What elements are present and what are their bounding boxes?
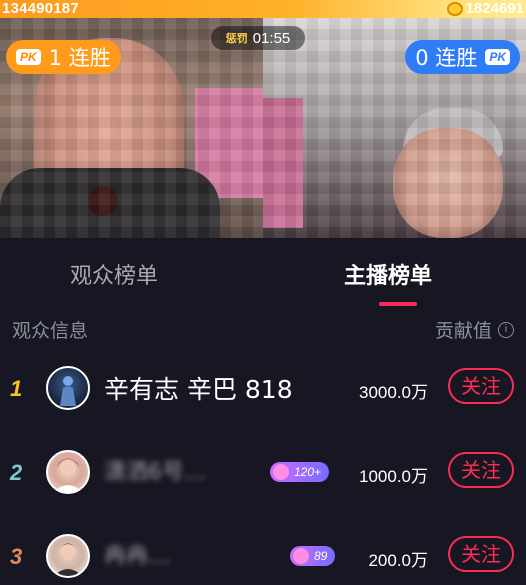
- rank-number: 2: [10, 460, 23, 485]
- active-tab-indicator: [379, 302, 417, 306]
- right-score: 1824691: [465, 0, 524, 17]
- contribution-label-group[interactable]: 贡献值 i: [435, 316, 514, 343]
- fan-level-badge: 120+: [270, 462, 330, 482]
- pk-score-bar: 134490187 1824691: [0, 0, 526, 18]
- left-streak-label: 1 连胜: [48, 46, 111, 70]
- right-streak-label: 0 连胜: [415, 46, 478, 70]
- pk-icon: PK: [485, 49, 510, 65]
- contribution-value: 3000.0万: [359, 383, 428, 402]
- user-name: 潇洒6号…: [104, 460, 206, 485]
- left-score: 134490187: [2, 0, 79, 17]
- avatar[interactable]: [46, 366, 90, 410]
- contribution-value: 1000.0万: [359, 467, 428, 486]
- follow-button[interactable]: 关注: [448, 452, 514, 488]
- ranking-list: 1 辛有志 辛巴 818 3000.0万 关注 2 潇洒6号… 120+ 100…: [0, 350, 526, 585]
- ranking-panel: 观众榜单 主播榜单 观众信息 贡献值 i 1 辛有志 辛巴 818 3000.0…: [0, 238, 526, 585]
- contribution-value: 200.0万: [368, 551, 428, 570]
- timer-value: 01:55: [252, 29, 291, 47]
- info-icon[interactable]: i: [498, 321, 514, 338]
- user-name: 冉冉…: [104, 544, 171, 569]
- ranking-tabs: 观众榜单 主播榜单: [0, 238, 526, 308]
- avatar[interactable]: [46, 450, 90, 494]
- user-name: 辛有志 辛巴 818: [104, 375, 293, 404]
- pk-timer: 惩罚 01:55: [211, 26, 305, 50]
- pk-video-area[interactable]: PK 1 连胜 0 连胜 PK 惩罚 01:55: [0, 18, 526, 238]
- punishment-tag: 惩罚: [225, 32, 248, 45]
- list-item[interactable]: 1 辛有志 辛巴 818 3000.0万 关注: [0, 350, 526, 434]
- avatar[interactable]: [46, 534, 90, 578]
- audience-info-label: 观众信息: [12, 320, 89, 342]
- avatar-portrait-icon: [54, 543, 82, 576]
- rank-number: 1: [10, 376, 23, 401]
- avatar-portrait-icon: [54, 458, 82, 492]
- follow-button[interactable]: 关注: [448, 368, 514, 404]
- score-emoji-icon: [446, 2, 463, 16]
- list-item[interactable]: 2 潇洒6号… 120+ 1000.0万 关注: [0, 434, 526, 518]
- pk-icon: PK: [16, 49, 41, 65]
- tab-host-ranking[interactable]: 主播榜单: [344, 258, 432, 290]
- left-win-streak-badge: PK 1 连胜: [6, 40, 121, 74]
- list-header: 观众信息 贡献值 i: [0, 310, 526, 350]
- right-win-streak-badge: 0 连胜 PK: [405, 40, 520, 74]
- tab-audience-ranking[interactable]: 观众榜单: [70, 258, 158, 290]
- right-score-group: 1824691: [446, 0, 524, 18]
- rank-number: 3: [10, 544, 23, 569]
- fan-level-badge: 89: [290, 546, 336, 566]
- follow-button[interactable]: 关注: [448, 536, 514, 572]
- contribution-label: 贡献值: [434, 320, 492, 342]
- list-item[interactable]: 3 冉冉… 89 200.0万 关注: [0, 518, 526, 585]
- avatar-figure-icon: [60, 376, 76, 406]
